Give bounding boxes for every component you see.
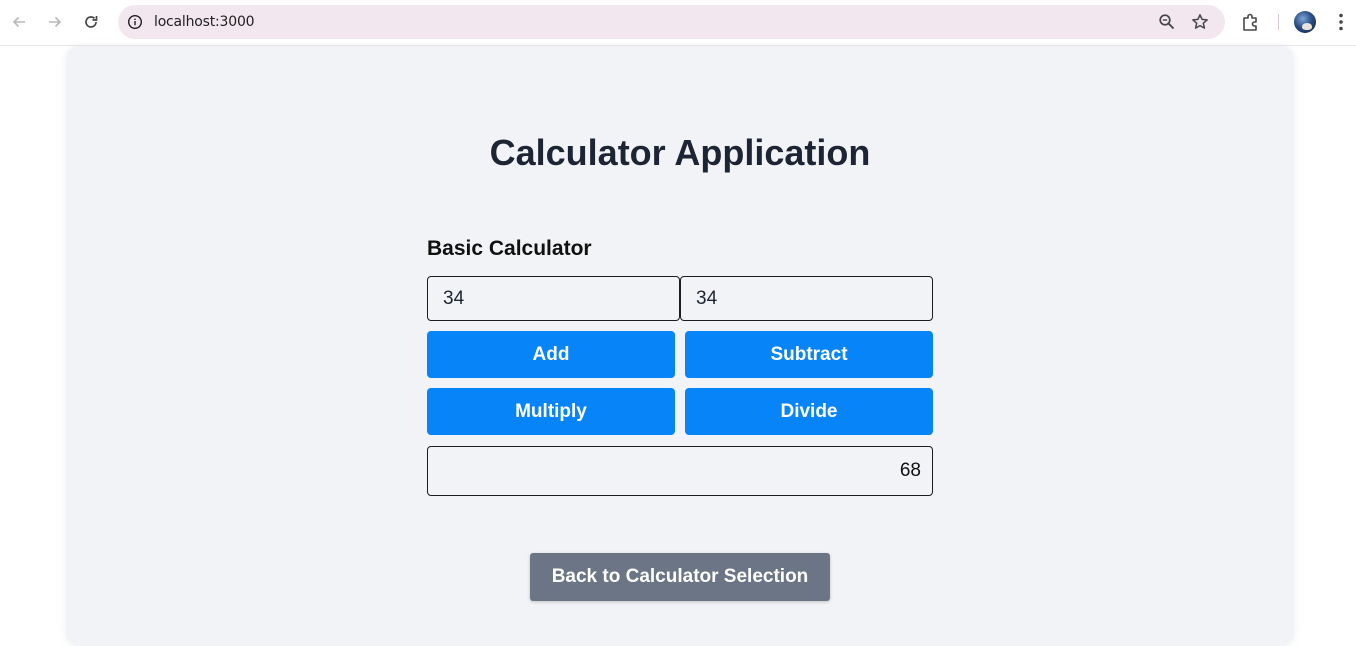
app-container: Calculator Application Basic Calculator … [66, 46, 1294, 646]
address-bar[interactable]: localhost:3000 [118, 5, 1225, 39]
first-number-input[interactable] [427, 276, 680, 321]
toolbar-divider [1278, 14, 1279, 30]
calculator-heading: Basic Calculator [427, 237, 592, 260]
back-arrow-icon[interactable] [8, 11, 30, 33]
puzzle-icon[interactable] [1240, 11, 1262, 38]
info-icon[interactable] [126, 13, 144, 31]
page-title: Calculator Application [489, 132, 871, 173]
browser-toolbar: localhost:3000 [0, 0, 1356, 46]
result-display: 68 [427, 446, 933, 496]
avatar[interactable] [1294, 11, 1316, 33]
multiply-button[interactable]: Multiply [427, 388, 675, 435]
divide-button[interactable]: Divide [685, 388, 933, 435]
kebab-menu-icon[interactable] [1331, 11, 1351, 38]
back-to-selection-button[interactable]: Back to Calculator Selection [530, 553, 830, 601]
reload-icon[interactable] [80, 11, 102, 33]
subtract-button[interactable]: Subtract [685, 331, 933, 378]
add-button[interactable]: Add [427, 331, 675, 378]
second-number-input[interactable] [680, 276, 933, 321]
zoom-icon[interactable] [1158, 13, 1176, 36]
url-text[interactable]: localhost:3000 [154, 5, 255, 39]
star-icon[interactable] [1191, 13, 1209, 36]
forward-arrow-icon[interactable] [44, 11, 66, 33]
